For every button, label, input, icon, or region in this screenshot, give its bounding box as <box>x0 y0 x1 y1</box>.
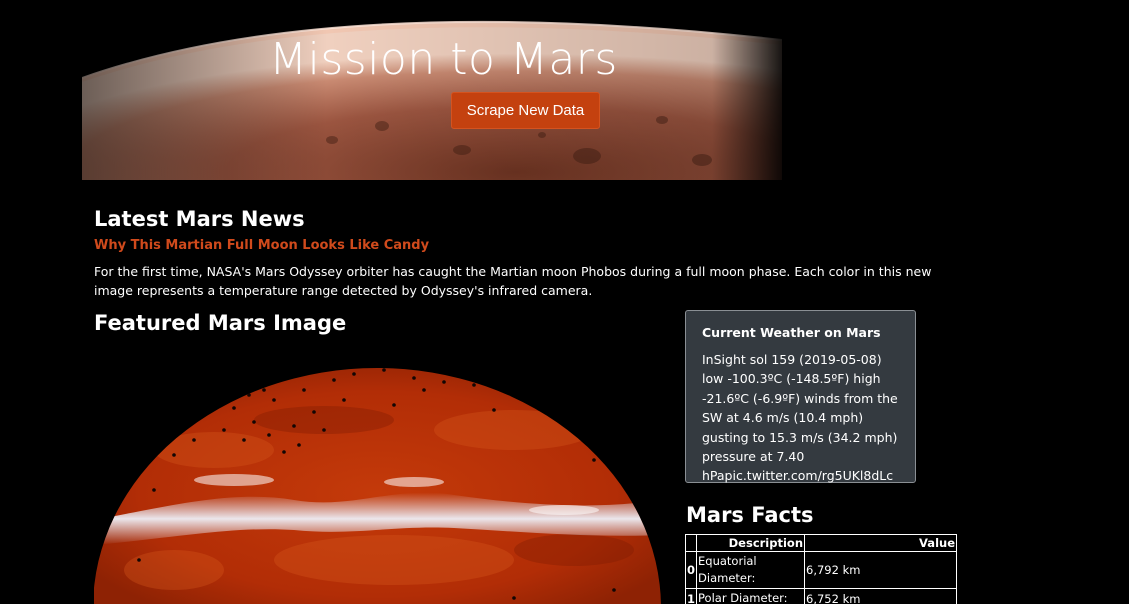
table-row: 1 Polar Diameter: 6,752 km <box>684 588 957 604</box>
news-title-link[interactable]: Why This Martian Full Moon Looks Like Ca… <box>94 238 429 253</box>
value-header: Value <box>804 534 957 552</box>
news-paragraph: For the first time, NASA's Mars Odyssey … <box>94 264 932 298</box>
page: Mission to Mars Scrape New Data Latest M… <box>0 0 1129 604</box>
infrared-sky-map-image <box>94 368 661 604</box>
row-value: 6,792 km <box>804 551 957 589</box>
mars-facts-table: Description Value 0 Equatorial Diameter:… <box>684 534 957 604</box>
scrape-new-data-button[interactable]: Scrape New Data <box>451 92 600 129</box>
mars-facts-heading: Mars Facts <box>686 503 814 527</box>
hero-banner <box>82 0 782 180</box>
page-title: Mission to Mars <box>269 34 618 85</box>
table-header-row: Description Value <box>684 534 957 552</box>
mars-horizon-image <box>82 0 782 180</box>
featured-image-heading: Featured Mars Image <box>94 311 347 335</box>
table-row: 0 Equatorial Diameter: 6,792 km <box>684 551 957 589</box>
index-header <box>684 534 698 552</box>
latest-news-heading: Latest Mars News <box>94 207 305 231</box>
weather-card-title: Current Weather on Mars <box>702 325 881 340</box>
weather-tweet-text: InSight sol 159 (2019-05-08) low -100.3º… <box>702 352 898 484</box>
weather-card: Current Weather on Mars InSight sol 159 … <box>685 310 916 483</box>
row-description: Polar Diameter: <box>696 588 806 604</box>
featured-mars-image[interactable] <box>94 360 661 604</box>
description-header: Description <box>696 534 806 552</box>
row-index: 1 <box>684 588 698 604</box>
row-description: Equatorial Diameter: <box>696 551 806 589</box>
row-index: 0 <box>684 551 698 589</box>
row-value: 6,752 km <box>804 588 957 604</box>
